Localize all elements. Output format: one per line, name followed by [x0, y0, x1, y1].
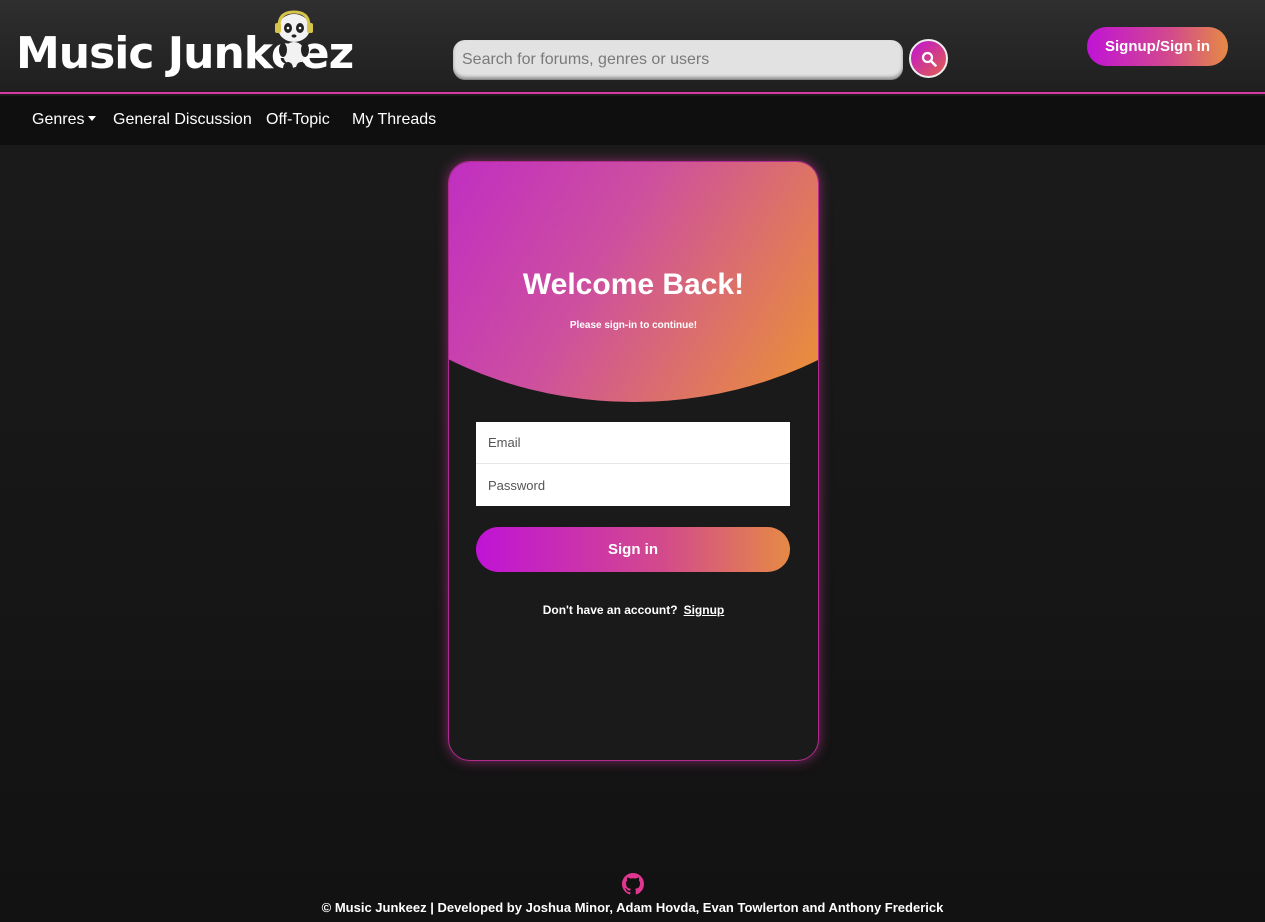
signup-signin-button[interactable]: Signup/Sign in — [1087, 27, 1228, 66]
nav-item-general-discussion[interactable]: General Discussion — [113, 111, 252, 129]
main-nav: Genres General Discussion Off-Topic My T… — [0, 96, 1265, 145]
search-input[interactable] — [453, 40, 903, 79]
email-field[interactable] — [476, 422, 790, 464]
top-header: Music Junkeez Signup/Sign in — [0, 0, 1265, 94]
nav-item-off-topic[interactable]: Off-Topic — [266, 111, 330, 129]
search-icon — [921, 51, 937, 67]
search-bar — [453, 40, 903, 79]
search-button[interactable] — [909, 39, 948, 78]
nav-item-label: Genres — [32, 111, 85, 128]
nav-item-genres[interactable]: Genres — [32, 111, 97, 129]
signup-prompt: Don't have an account? Signup — [449, 603, 818, 617]
password-field[interactable] — [476, 464, 790, 506]
github-icon[interactable] — [622, 873, 644, 895]
no-account-text: Don't have an account? — [542, 603, 678, 617]
signup-link[interactable]: Signup — [684, 603, 725, 617]
sign-in-button[interactable]: Sign in — [476, 527, 790, 572]
login-title: Welcome Back! — [522, 268, 745, 301]
login-card: Welcome Back! Please sign-in to continue… — [448, 161, 819, 761]
footer-credits: © Music Junkeez | Developed by Joshua Mi… — [321, 900, 944, 915]
caret-down-icon — [88, 116, 97, 121]
nav-item-my-threads[interactable]: My Threads — [352, 111, 436, 129]
panda-logo-icon — [275, 10, 313, 74]
login-subtitle: Please sign-in to continue! — [569, 320, 698, 331]
